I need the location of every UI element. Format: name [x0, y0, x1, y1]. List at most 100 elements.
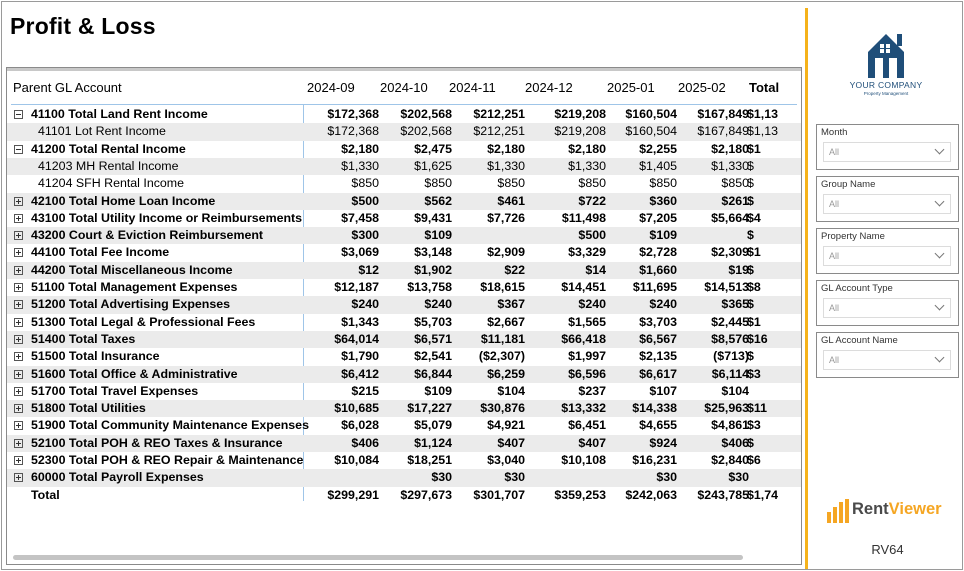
table-row[interactable]: 41203 MH Rental Income $1,330 $1,625 $1,330… — [7, 157, 801, 176]
table-row[interactable]: 52100 Total POH & REO Taxes & Insurance $… — [7, 434, 801, 452]
cell-2024-10: $202,568 — [400, 107, 452, 121]
cell-2024-10: $17,227 — [407, 401, 452, 416]
cell-2025-01: $3,703 — [639, 314, 677, 329]
table-row[interactable]: 51700 Total Travel Expenses $215 $109 $104 $… — [7, 383, 801, 400]
col-header-2025-02[interactable]: 2025-02 — [678, 77, 726, 99]
cell-2025-02: $850 — [721, 176, 749, 191]
company-tagline: Property Management — [863, 91, 909, 96]
cell-2024-11: $2,909 — [487, 245, 525, 260]
col-header-2024-12[interactable]: 2024-12 — [525, 77, 573, 99]
table-row[interactable]: 42100 Total Home Loan Income $500 $562 $461… — [7, 192, 801, 210]
cell-2024-10: $1,902 — [414, 262, 452, 277]
cell-2024-12: $14,451 — [561, 280, 606, 294]
expand-icon[interactable] — [14, 352, 23, 362]
table-row[interactable]: 51500 Total Insurance $1,790 $2,541 ($2,307… — [7, 348, 801, 365]
expand-icon[interactable] — [14, 231, 23, 241]
expand-icon[interactable] — [14, 283, 23, 292]
col-header-total[interactable]: Total — [749, 77, 779, 99]
cell-2024-12: $66,418 — [561, 331, 606, 346]
cell-2024-11: $30,876 — [480, 401, 525, 416]
pnl-matrix[interactable]: Parent GL Account 2024-09 2024-10 2024-1… — [6, 67, 802, 565]
expand-icon[interactable] — [14, 404, 23, 414]
table-row[interactable]: 41204 SFH Rental Income $850 $850 $850 $850 $… — [7, 175, 801, 192]
slicer-dropdown[interactable]: All — [823, 246, 951, 266]
expand-icon[interactable] — [14, 438, 23, 448]
table-row[interactable]: 51900 Total Community Maintenance Expens… — [7, 417, 801, 434]
row-label: 51600 Total Office & Administrative — [31, 366, 238, 381]
matrix-header-bar — [7, 68, 801, 71]
expand-icon[interactable] — [14, 317, 23, 327]
slicer-gl-account-name[interactable]: GL Account Name All — [816, 332, 959, 378]
cell-2024-10: $850 — [424, 176, 452, 191]
expand-icon[interactable] — [14, 334, 23, 344]
table-row[interactable]: 51800 Total Utilities $10,685 $17,227 $30,8… — [7, 400, 801, 418]
table-row[interactable]: 41100 Total Land Rent Income $172,368 $202… — [7, 106, 801, 123]
table-row[interactable]: 43200 Court & Eviction Reimbursement $300… — [7, 227, 801, 245]
cell-2024-11: $212,251 — [473, 124, 525, 139]
expand-icon[interactable] — [14, 248, 23, 258]
row-label: 51700 Total Travel Expenses — [31, 383, 199, 398]
collapse-icon[interactable] — [14, 144, 23, 154]
slicer-property-name[interactable]: Property Name All — [816, 228, 959, 274]
row-label: 41204 SFH Rental Income — [38, 176, 185, 191]
chevron-down-icon[interactable] — [934, 300, 945, 311]
slicer-dropdown[interactable]: All — [823, 350, 951, 370]
expand-icon[interactable] — [14, 386, 23, 396]
col-header-2024-11[interactable]: 2024-11 — [449, 77, 496, 99]
table-row[interactable]: 41101 Lot Rent Income $172,368 $202,568 $21… — [7, 123, 801, 141]
slicer-title: Month — [821, 127, 848, 138]
expand-icon[interactable] — [14, 456, 23, 465]
table-row[interactable]: 52300 Total POH & REO Repair & Maintenan… — [7, 452, 801, 469]
row-header[interactable]: Parent GL Account — [13, 77, 122, 99]
table-row[interactable]: 51400 Total Taxes $64,014 $6,571 $11,181 $66… — [7, 330, 801, 349]
slicer-group-name[interactable]: Group Name All — [816, 176, 959, 222]
cell-2024-09: $12 — [358, 262, 379, 277]
row-label: Total — [31, 487, 60, 502]
col-header-2024-09[interactable]: 2024-09 — [307, 77, 355, 99]
cell-2025-02: $14,513 — [704, 280, 749, 294]
table-row[interactable]: 51200 Total Advertising Expenses $240 $240… — [7, 296, 801, 314]
table-row[interactable]: 44100 Total Fee Income $3,069 $3,148 $2,909… — [7, 244, 801, 261]
chevron-down-icon[interactable] — [934, 144, 945, 155]
chevron-down-icon[interactable] — [934, 248, 945, 259]
expand-icon[interactable] — [14, 213, 23, 223]
horizontal-scrollbar[interactable] — [13, 555, 743, 560]
row-label: 41101 Lot Rent Income — [38, 124, 166, 139]
slicer-dropdown[interactable]: All — [823, 194, 951, 214]
cell-2024-10: $5,703 — [414, 314, 452, 329]
chevron-down-icon[interactable] — [934, 196, 945, 207]
table-row[interactable]: 41200 Total Rental Income $2,180 $2,475 $2,… — [7, 141, 801, 158]
table-row[interactable]: 51300 Total Legal & Professional Fees $1,… — [7, 314, 801, 331]
slicer-month[interactable]: Month All — [816, 124, 959, 170]
expand-icon[interactable] — [14, 300, 23, 310]
expand-icon[interactable] — [14, 369, 23, 379]
chevron-down-icon[interactable] — [934, 352, 945, 363]
collapse-icon[interactable] — [14, 110, 23, 119]
table-row[interactable]: 44200 Total Miscellaneous Income $12 $1,90… — [7, 261, 801, 279]
cell-2024-11: $2,180 — [487, 141, 525, 156]
slicer-dropdown[interactable]: All — [823, 298, 951, 318]
expand-icon[interactable] — [14, 196, 23, 206]
slicer-title: GL Account Name — [821, 335, 898, 346]
total-row[interactable]: Total $299,291 $297,673 $301,707 $359,253 $24… — [7, 487, 801, 504]
cell-2024-11: $4,921 — [487, 418, 525, 433]
slicer-title: GL Account Type — [821, 283, 893, 294]
col-header-2025-01[interactable]: 2025-01 — [607, 77, 655, 99]
table-row[interactable]: 51600 Total Office & Administrative $6,41… — [7, 365, 801, 383]
table-row[interactable]: 43100 Total Utility Income or Reimbursem… — [7, 210, 801, 227]
expand-icon[interactable] — [14, 421, 23, 431]
cell-2024-10: $562 — [424, 193, 452, 208]
expand-icon[interactable] — [14, 265, 23, 275]
cell-2024-12: $6,596 — [568, 366, 606, 381]
expand-icon[interactable] — [14, 473, 23, 483]
cell-2025-02: $365 — [721, 297, 749, 312]
cell-2024-10: $1,124 — [414, 435, 452, 450]
row-label: 51400 Total Taxes — [31, 331, 136, 346]
cell-Total: $1 — [747, 245, 761, 260]
table-row[interactable]: 60000 Total Payroll Expenses $30 $30 $30 $30 — [7, 469, 801, 487]
table-row[interactable]: 51100 Total Management Expenses $12,187 $1… — [7, 279, 801, 296]
cell-2024-11: $407 — [497, 435, 525, 450]
col-header-2024-10[interactable]: 2024-10 — [380, 77, 428, 99]
slicer-gl-account-type[interactable]: GL Account Type All — [816, 280, 959, 326]
slicer-dropdown[interactable]: All — [823, 142, 951, 162]
